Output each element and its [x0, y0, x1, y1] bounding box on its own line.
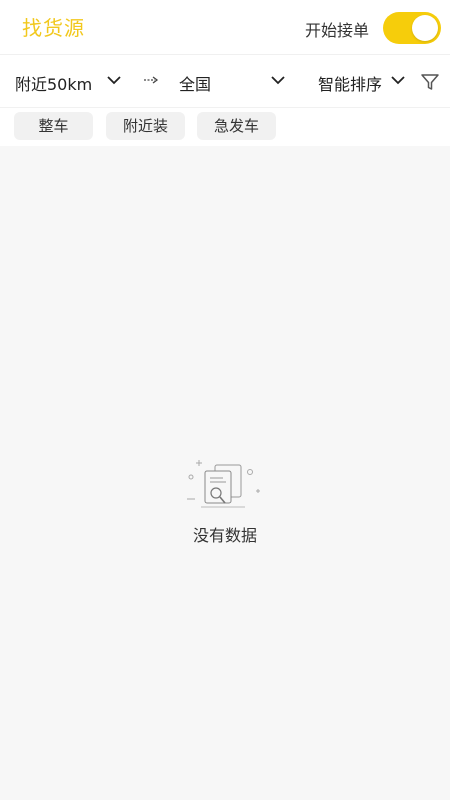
origin-dropdown-label[interactable]: 附近50km [15, 71, 92, 95]
chip-nearby-loading[interactable]: 附近装 [106, 112, 185, 140]
chip-full-truck[interactable]: 整车 [14, 112, 93, 140]
funnel-icon[interactable] [420, 72, 440, 92]
chevron-down-icon[interactable] [270, 72, 286, 88]
arrow-right-icon [144, 76, 159, 84]
destination-dropdown-label[interactable]: 全国 [179, 71, 211, 95]
top-header: 找货源 开始接单 [0, 0, 450, 55]
empty-state-text: 没有数据 [192, 526, 257, 545]
start-orders-toggle[interactable] [383, 12, 441, 44]
toggle-label: 开始接单 [305, 21, 370, 40]
toggle-knob [412, 15, 438, 41]
chevron-down-icon[interactable] [390, 72, 406, 88]
chevron-down-icon[interactable] [106, 72, 122, 88]
filter-bar: 附近50km 全国 智能排序 [0, 55, 450, 108]
quick-filter-chips: 整车 附近装 急发车 [0, 108, 450, 146]
chip-urgent-dispatch[interactable]: 急发车 [197, 112, 276, 140]
sort-dropdown-label[interactable]: 智能排序 [318, 71, 382, 95]
page-title: 找货源 [22, 16, 85, 40]
empty-search-document-icon [187, 460, 260, 508]
